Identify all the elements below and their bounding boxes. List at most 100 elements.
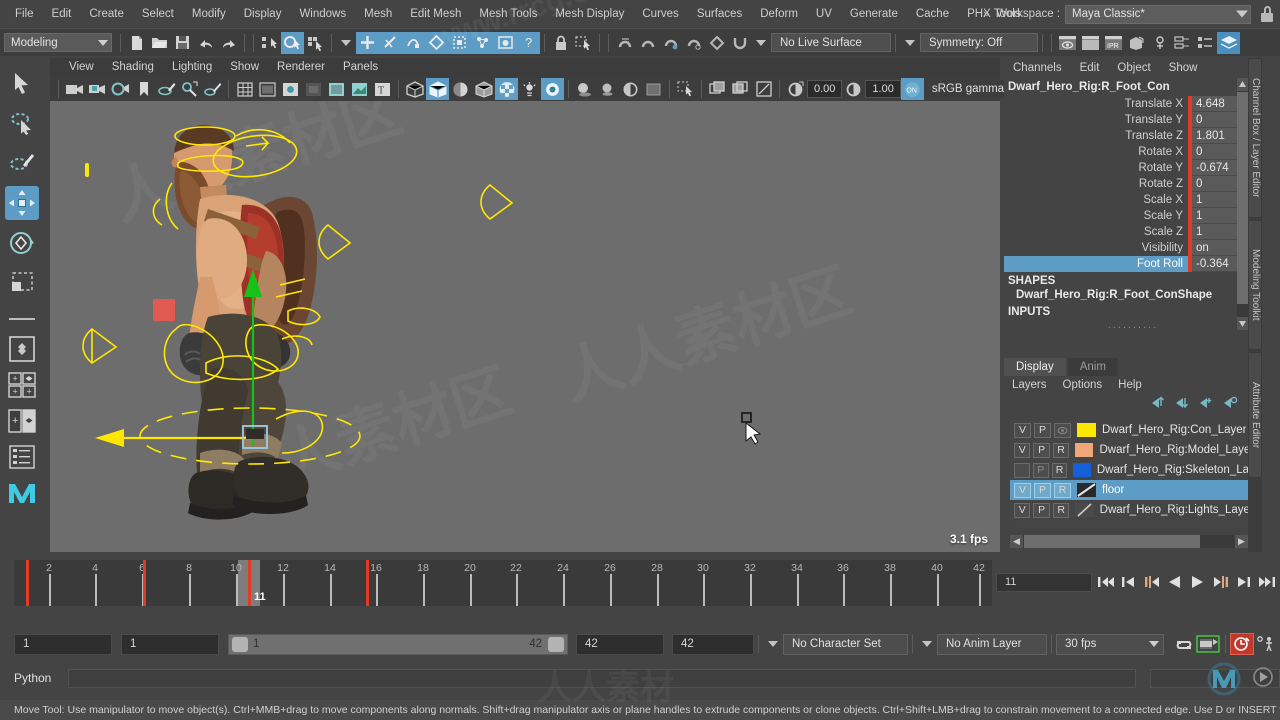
- side-tab-modeling-toolkit[interactable]: Modeling Toolkit: [1248, 220, 1262, 350]
- outliner-view-icon[interactable]: [6, 442, 38, 472]
- menu-item-mesh-display[interactable]: Mesh Display: [546, 0, 633, 28]
- channel-row-rotate-x[interactable]: Rotate X 0: [1004, 144, 1262, 160]
- play-backwards-icon[interactable]: [1165, 573, 1184, 592]
- layer-color-swatch[interactable]: [1077, 483, 1096, 497]
- layer-color-swatch[interactable]: [1073, 463, 1091, 477]
- magnet-points-icon[interactable]: [471, 31, 494, 54]
- new-layer-icon[interactable]: [1198, 396, 1214, 412]
- scrollbar-thumb[interactable]: [1237, 92, 1248, 304]
- range-slider-right-knob[interactable]: [548, 636, 564, 652]
- viewport-menu-view[interactable]: View: [60, 58, 103, 77]
- channel-row-scale-z[interactable]: Scale Z 1: [1004, 224, 1262, 240]
- render-sequence-icon[interactable]: [1079, 32, 1102, 54]
- new-scene-icon[interactable]: [125, 32, 148, 54]
- render-view-icon[interactable]: [494, 31, 517, 54]
- viewport-canvas[interactable]: 人人素材区 人人素材区 人人素材区 3.1 fps: [50, 101, 1000, 552]
- side-tab-channel-box[interactable]: Channel Box / Layer Editor: [1248, 58, 1262, 218]
- move-layer-up-icon[interactable]: [1150, 396, 1166, 412]
- select-object-icon[interactable]: [281, 31, 304, 54]
- scroll-up-arrow[interactable]: [1237, 78, 1248, 91]
- channel-row-translate-x[interactable]: Translate X 4.648: [1004, 96, 1262, 112]
- workspace-dropdown[interactable]: Maya Classic*: [1065, 4, 1251, 24]
- select-camera-icon[interactable]: [63, 78, 86, 100]
- exposure-field[interactable]: 0.00: [807, 80, 843, 98]
- scrollbar-thumb[interactable]: [1024, 535, 1200, 548]
- layer-color-swatch[interactable]: [1077, 423, 1096, 437]
- tab-display[interactable]: Display: [1004, 358, 1066, 376]
- color-management-toggle-icon[interactable]: ON: [900, 78, 924, 100]
- layer-name[interactable]: Dwarf_Hero_Rig:Skeleton_Laye: [1097, 464, 1248, 476]
- snap-magnet-u-icon[interactable]: [728, 32, 751, 54]
- texture-toggle-icon[interactable]: T: [371, 78, 394, 100]
- gate-mask-icon[interactable]: [302, 78, 325, 100]
- two-view-layout-icon[interactable]: +: [6, 406, 38, 436]
- chevron-down-icon[interactable]: [768, 641, 778, 647]
- lighting-default-icon[interactable]: [518, 78, 541, 100]
- range-slider-left-knob[interactable]: [232, 636, 248, 652]
- layer-name[interactable]: floor: [1102, 484, 1124, 496]
- channelbox-scrollbar[interactable]: [1237, 78, 1248, 330]
- tab-anim[interactable]: Anim: [1067, 358, 1118, 376]
- grid-toggle-icon[interactable]: [233, 78, 256, 100]
- channel-row-scale-x[interactable]: Scale X 1: [1004, 192, 1262, 208]
- command-language-label[interactable]: Python: [14, 671, 60, 685]
- xray-joints-icon[interactable]: [348, 78, 371, 100]
- xray-icon[interactable]: [325, 78, 348, 100]
- layer-playback-toggle[interactable]: P: [1034, 422, 1051, 438]
- menu-item-mesh-tools[interactable]: Mesh Tools: [470, 0, 546, 28]
- menu-item-edit[interactable]: Edit: [43, 0, 81, 28]
- menu-item-edit-mesh[interactable]: Edit Mesh: [401, 0, 470, 28]
- layer-row-model[interactable]: V P R Dwarf_Hero_Rig:Model_Layer: [1010, 440, 1248, 460]
- snap-magnet-diamond-icon[interactable]: [705, 32, 728, 54]
- layer-visibility-toggle[interactable]: [1014, 462, 1030, 478]
- select-component-icon[interactable]: [304, 32, 327, 54]
- ambient-occlusion-icon[interactable]: [596, 78, 619, 100]
- image-plane-icon[interactable]: [155, 78, 178, 100]
- scroll-down-arrow[interactable]: [1237, 317, 1248, 330]
- snap-view-plane-icon[interactable]: [448, 31, 471, 54]
- layer-playback-toggle[interactable]: P: [1033, 442, 1050, 458]
- new-layer-from-selected-icon[interactable]: [1222, 396, 1238, 412]
- channel-row-foot-roll[interactable]: Foot Roll -0.364: [1004, 256, 1262, 272]
- character-set-field[interactable]: No Character Set: [783, 633, 908, 655]
- viewport-menu-renderer[interactable]: Renderer: [268, 58, 334, 77]
- layer-name[interactable]: Dwarf_Hero_Rig:Con_Layer: [1102, 424, 1246, 436]
- layer-list-horizontal-scrollbar[interactable]: ◀ ▶: [1010, 535, 1248, 548]
- snap-curve-icon[interactable]: [379, 31, 402, 54]
- help-play-icon[interactable]: [1252, 666, 1274, 688]
- layer-row-con[interactable]: V P Dwarf_Hero_Rig:Con_Layer: [1010, 420, 1248, 440]
- play-forwards-icon[interactable]: [1188, 573, 1207, 592]
- open-scene-icon[interactable]: [148, 32, 171, 54]
- symmetry-field[interactable]: Symmetry: Off: [920, 33, 1038, 52]
- next-key-icon[interactable]: [1211, 573, 1230, 592]
- snap-magnet-plane-icon[interactable]: [682, 32, 705, 54]
- channel-row-rotate-z[interactable]: Rotate Z 0: [1004, 176, 1262, 192]
- chevron-down-icon[interactable]: [922, 641, 932, 647]
- frame-selected-icon[interactable]: [729, 78, 752, 100]
- shadows-icon[interactable]: [573, 78, 596, 100]
- menu-item-deform[interactable]: Deform: [751, 0, 807, 28]
- gamma-icon[interactable]: [842, 78, 865, 100]
- chevron-down-icon[interactable]: [905, 39, 915, 46]
- channel-row-rotate-y[interactable]: Rotate Y -0.674: [1004, 160, 1262, 176]
- menu-item-display[interactable]: Display: [235, 0, 291, 28]
- wireframe-on-shaded-icon[interactable]: [472, 78, 495, 100]
- channelbox-splitter-handle[interactable]: ..........: [1004, 319, 1262, 331]
- ipr-render-icon[interactable]: IPR: [1102, 32, 1125, 54]
- resolution-gate-icon[interactable]: [279, 78, 302, 100]
- layer-row-skeleton[interactable]: P R Dwarf_Hero_Rig:Skeleton_Laye: [1010, 460, 1248, 480]
- layer-name[interactable]: Dwarf_Hero_Rig:Lights_Layer: [1100, 504, 1248, 516]
- channelbox-menu-show[interactable]: Show: [1160, 58, 1207, 79]
- layer-color-swatch[interactable]: [1075, 443, 1094, 457]
- render-current-frame-icon[interactable]: [1056, 32, 1079, 54]
- command-input[interactable]: [68, 668, 1136, 688]
- channel-row-translate-y[interactable]: Translate Y 0: [1004, 112, 1262, 128]
- menu-item-windows[interactable]: Windows: [290, 0, 355, 28]
- live-surface-field[interactable]: No Live Surface: [771, 33, 891, 52]
- anim-end-time-field[interactable]: 42: [672, 633, 754, 655]
- smooth-shade-all-icon[interactable]: [426, 78, 449, 100]
- snap-point-icon[interactable]: [402, 31, 425, 54]
- layer-color-swatch[interactable]: [1075, 503, 1094, 517]
- lighting-all-icon[interactable]: [541, 78, 564, 100]
- help-question-icon[interactable]: ?: [517, 31, 540, 54]
